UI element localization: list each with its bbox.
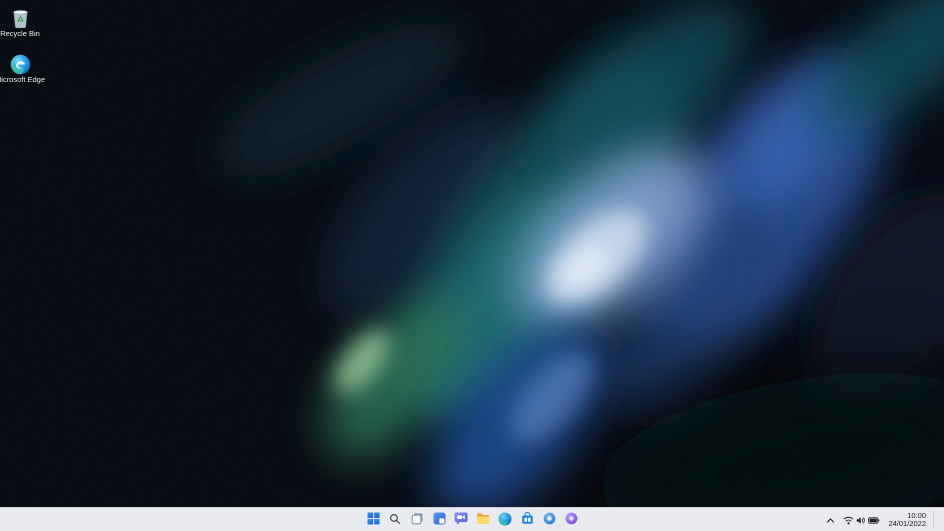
edge-button[interactable]	[495, 510, 515, 530]
file-explorer-button[interactable]	[473, 510, 493, 530]
speaker-icon	[856, 513, 866, 528]
store-bag-icon	[521, 512, 534, 528]
start-button[interactable]	[363, 510, 383, 530]
desktop-icon-label: Microsoft Edge	[0, 76, 45, 84]
show-desktop-button[interactable]	[933, 511, 937, 529]
store-button[interactable]	[517, 510, 537, 530]
desktop-icon-label: Recycle Bin	[0, 30, 40, 38]
pinned-app-blue-button[interactable]	[539, 510, 559, 530]
desktop: Recycle Bin Microsoft Edge	[0, 0, 944, 507]
taskbar: 10:00 24/01/2022	[0, 507, 944, 531]
wifi-icon	[843, 513, 854, 528]
tray-overflow-button[interactable]	[823, 511, 838, 530]
edge-icon	[10, 51, 31, 75]
recycle-bin-icon	[11, 5, 30, 29]
widgets-icon	[433, 512, 446, 528]
desktop-icon-recycle-bin[interactable]: Recycle Bin	[0, 5, 46, 38]
search-button[interactable]	[385, 510, 405, 530]
clock-date: 24/01/2022	[888, 520, 926, 529]
windows-logo-icon	[367, 512, 380, 528]
taskbar-center-icons	[363, 509, 581, 531]
magnifier-icon	[389, 513, 401, 528]
quick-settings-button[interactable]	[840, 511, 883, 530]
chat-button[interactable]	[451, 510, 471, 530]
chevron-up-icon	[826, 513, 835, 528]
taskbar-clock[interactable]: 10:00 24/01/2022	[885, 510, 929, 531]
pinned-app-purple-button[interactable]	[561, 510, 581, 530]
task-view-icon	[411, 512, 424, 528]
folder-icon	[476, 512, 490, 528]
system-tray: 10:00 24/01/2022	[823, 508, 944, 531]
battery-icon	[868, 513, 880, 528]
widgets-button[interactable]	[429, 510, 449, 530]
purple-app-icon	[565, 512, 578, 528]
blue-app-icon	[543, 512, 556, 528]
edge-logo-icon	[498, 512, 512, 529]
chat-bubble-icon	[454, 512, 468, 528]
task-view-button[interactable]	[407, 510, 427, 530]
desktop-icon-microsoft-edge[interactable]: Microsoft Edge	[0, 51, 46, 84]
wallpaper-image	[0, 0, 944, 507]
